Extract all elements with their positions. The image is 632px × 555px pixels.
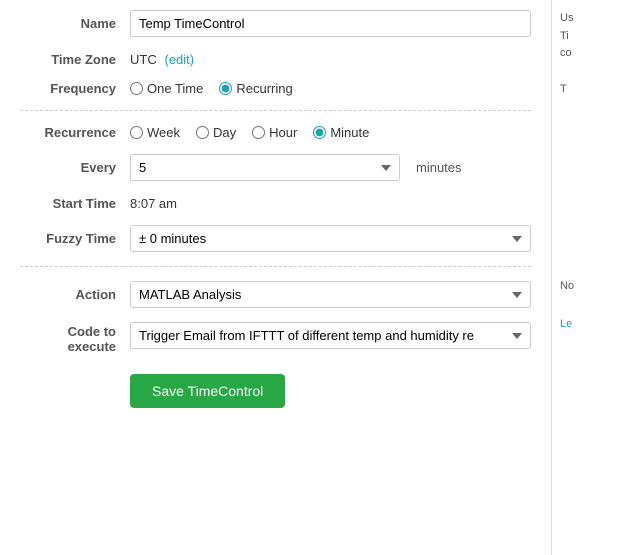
every-select[interactable]: 1 2 3 4 5 10 15 20 30 [130, 154, 400, 181]
side-text-3: No [560, 278, 624, 296]
name-input[interactable] [130, 10, 531, 37]
frequency-row: Frequency One Time Recurring [20, 81, 531, 96]
timezone-value: UTC [130, 52, 157, 67]
divider-1 [20, 110, 531, 111]
fuzzy-time-select[interactable]: ± 0 minutes ± 1 minutes ± 2 minutes ± 5 … [130, 225, 531, 252]
name-row: Name [20, 10, 531, 37]
recurrence-week-radio[interactable] [130, 126, 143, 139]
code-row: Code to execute Trigger Email from IFTTT… [20, 322, 531, 354]
recurrence-minute-label: Minute [330, 125, 369, 140]
timezone-edit-link[interactable]: (edit) [165, 52, 195, 67]
action-row: Action MATLAB Analysis Python Script Ema… [20, 281, 531, 308]
action-select[interactable]: MATLAB Analysis Python Script Email Webh… [130, 281, 531, 308]
side-link[interactable]: Le [560, 318, 572, 330]
save-button[interactable]: Save TimeControl [130, 374, 285, 408]
recurrence-minute-radio[interactable] [313, 126, 326, 139]
frequency-one-time-label: One Time [147, 81, 203, 96]
side-text-2: T [560, 81, 624, 99]
timezone-label: Time Zone [20, 52, 130, 67]
recurrence-day-label: Day [213, 125, 236, 140]
every-label: Every [20, 160, 130, 175]
recurrence-hour-option[interactable]: Hour [252, 125, 297, 140]
start-time-row: Start Time 8:07 am [20, 195, 531, 211]
recurrence-row: Recurrence Week Day Hour [20, 125, 531, 140]
start-time-value: 8:07 am [130, 196, 177, 211]
name-label: Name [20, 16, 130, 31]
divider-2 [20, 266, 531, 267]
side-panel: Us Ti co T No Le [552, 0, 632, 555]
frequency-label: Frequency [20, 81, 130, 96]
frequency-one-time-radio[interactable] [130, 82, 143, 95]
code-select[interactable]: Trigger Email from IFTTT of different te… [130, 322, 531, 349]
frequency-one-time-option[interactable]: One Time [130, 81, 203, 96]
action-label: Action [20, 287, 130, 302]
save-row: Save TimeControl [20, 368, 531, 408]
frequency-radio-group: One Time Recurring [130, 81, 531, 96]
recurrence-day-option[interactable]: Day [196, 125, 236, 140]
recurrence-label: Recurrence [20, 125, 130, 140]
frequency-recurring-option[interactable]: Recurring [219, 81, 292, 96]
side-text-1: Us Ti co [560, 10, 624, 63]
timezone-row: Time Zone UTC (edit) [20, 51, 531, 67]
code-label: Code to execute [20, 322, 130, 354]
recurrence-day-radio[interactable] [196, 126, 209, 139]
recurrence-hour-label: Hour [269, 125, 297, 140]
frequency-recurring-label: Recurring [236, 81, 292, 96]
start-time-label: Start Time [20, 196, 130, 211]
fuzzy-time-row: Fuzzy Time ± 0 minutes ± 1 minutes ± 2 m… [20, 225, 531, 252]
recurrence-week-option[interactable]: Week [130, 125, 180, 140]
frequency-recurring-radio[interactable] [219, 82, 232, 95]
recurrence-hour-radio[interactable] [252, 126, 265, 139]
every-row: Every 1 2 3 4 5 10 15 20 30 minutes [20, 154, 531, 181]
recurrence-radio-group: Week Day Hour Minute [130, 125, 531, 140]
recurrence-week-label: Week [147, 125, 180, 140]
recurrence-minute-option[interactable]: Minute [313, 125, 369, 140]
every-unit-label: minutes [416, 160, 462, 175]
fuzzy-time-label: Fuzzy Time [20, 231, 130, 246]
